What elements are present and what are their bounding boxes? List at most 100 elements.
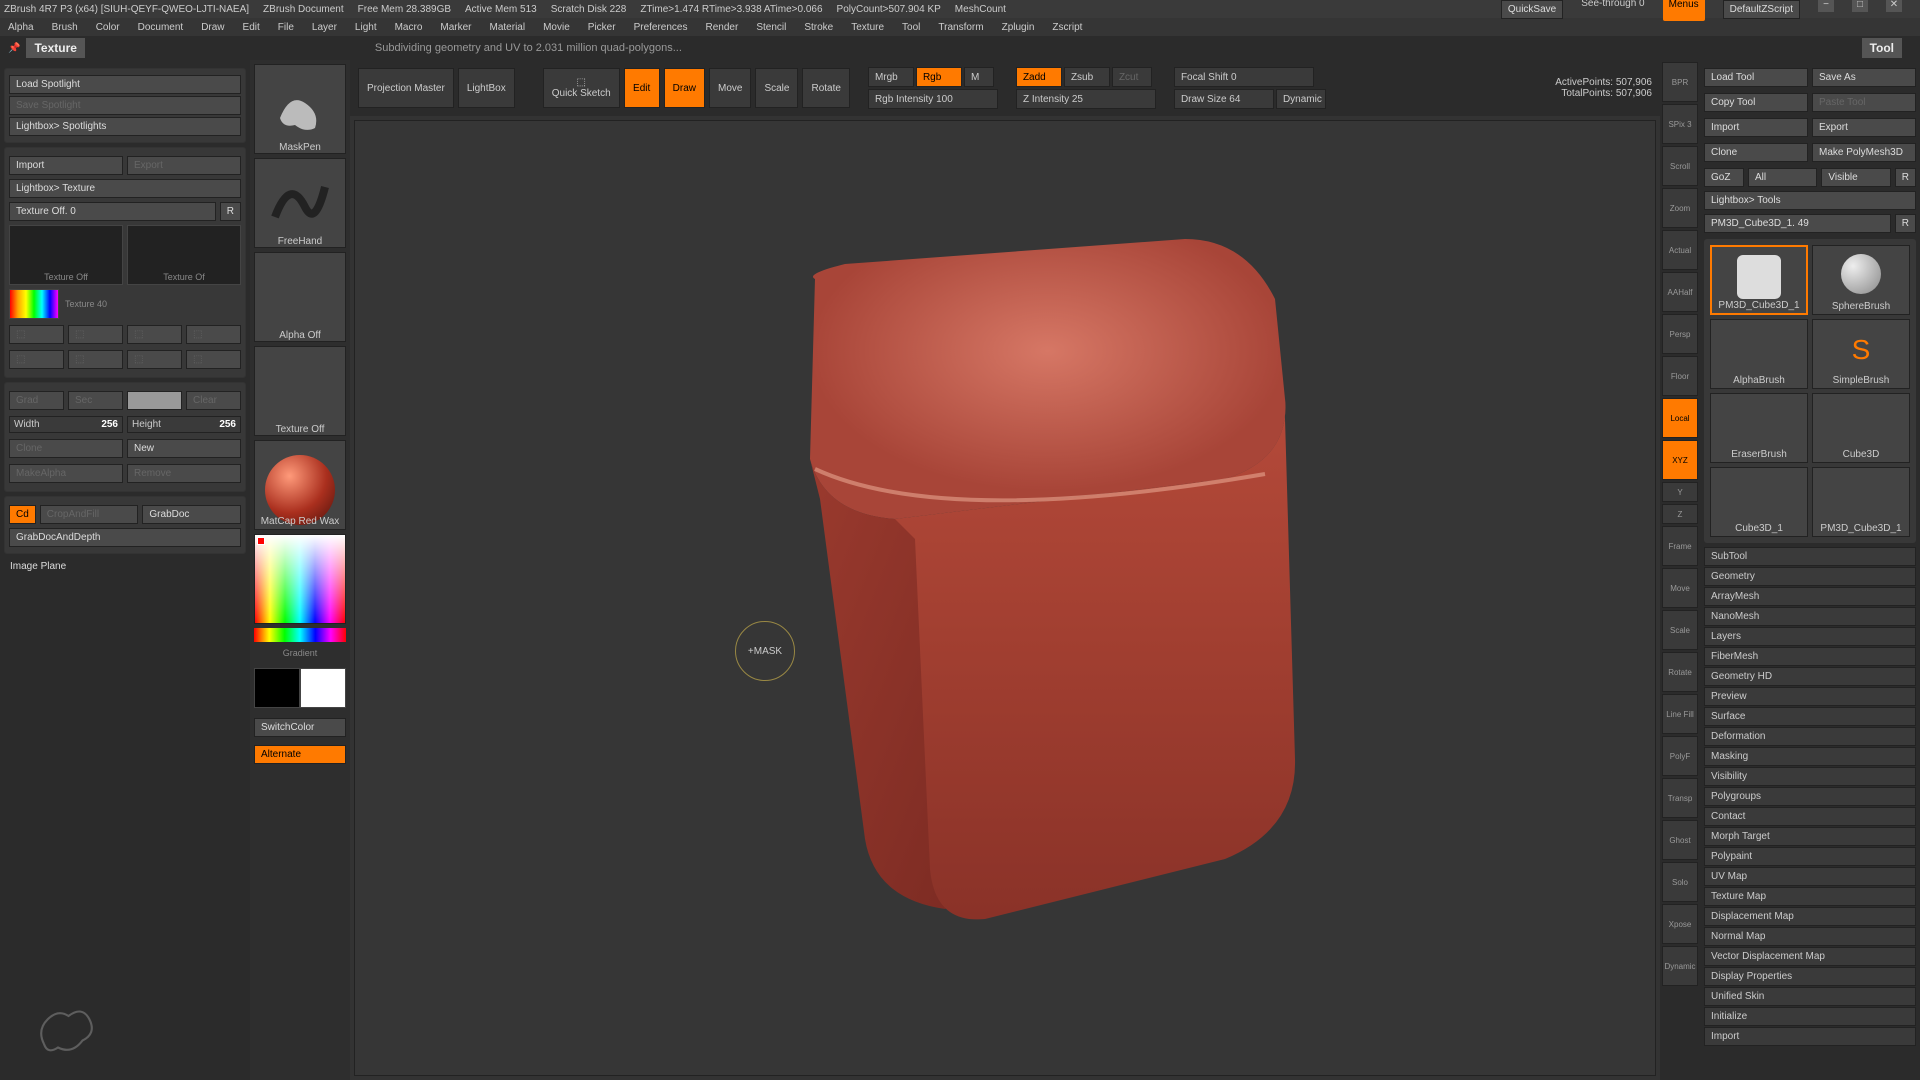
menu-tool[interactable]: Tool (902, 22, 920, 33)
quicksketch-button[interactable]: ⬚Quick Sketch (543, 68, 620, 108)
texture-off-label[interactable]: Texture Off. 0 (9, 202, 216, 221)
grabdocanddepth-button[interactable]: GrabDocAndDepth (9, 528, 241, 547)
focal-shift-slider[interactable]: Focal Shift 0 (1174, 67, 1314, 87)
saveas-tool-button[interactable]: Save As (1812, 68, 1916, 87)
texture-swatch-2[interactable]: Texture Of (127, 225, 241, 285)
stroke-thumb[interactable]: FreeHand (254, 158, 346, 248)
menus-button[interactable]: Menus (1663, 0, 1705, 21)
z-button[interactable]: Z (1662, 504, 1698, 524)
texture-r-button[interactable]: R (220, 202, 241, 221)
section-nanomesh[interactable]: NanoMesh (1704, 607, 1916, 626)
zadd-button[interactable]: Zadd (1016, 67, 1062, 87)
menu-light[interactable]: Light (355, 22, 377, 33)
zsub-button[interactable]: Zsub (1064, 67, 1110, 87)
dynamic-button[interactable]: Dynamic (1276, 89, 1326, 109)
aahalf-button[interactable]: AAHalf (1662, 272, 1698, 312)
new-button[interactable]: New (127, 439, 241, 458)
section-initialize[interactable]: Initialize (1704, 1007, 1916, 1026)
frame-button[interactable]: Frame (1662, 526, 1698, 566)
section-layers[interactable]: Layers (1704, 627, 1916, 646)
texture-thumb[interactable]: Texture Off (254, 346, 346, 436)
grabdoc-button[interactable]: GrabDoc (142, 505, 241, 524)
height-value[interactable]: 256 (219, 419, 236, 430)
load-tool-button[interactable]: Load Tool (1704, 68, 1808, 87)
menu-alpha[interactable]: Alpha (8, 22, 34, 33)
menu-movie[interactable]: Movie (543, 22, 570, 33)
texture-swatch-1[interactable]: Texture Off (9, 225, 123, 285)
tool-item-0[interactable]: PM3D_Cube3D_1 (1710, 245, 1808, 315)
tool-item-4[interactable]: EraserBrush (1710, 393, 1808, 463)
section-displayprops[interactable]: Display Properties (1704, 967, 1916, 986)
tool-export-button[interactable]: Export (1812, 118, 1916, 137)
ghost-button[interactable]: Ghost (1662, 820, 1698, 860)
section-geometryhd[interactable]: Geometry HD (1704, 667, 1916, 686)
y-button[interactable]: Y (1662, 482, 1698, 502)
section-vectordisplacement[interactable]: Vector Displacement Map (1704, 947, 1916, 966)
tool-item-7[interactable]: PM3D_Cube3D_1 (1812, 467, 1910, 537)
local-button[interactable]: Local (1662, 398, 1698, 438)
minimize-icon[interactable]: − (1818, 0, 1834, 12)
hue-strip[interactable] (254, 628, 346, 642)
rotate-nav-button[interactable]: Rotate (1662, 652, 1698, 692)
import-button[interactable]: Import (9, 156, 123, 175)
secondary-color-swatch[interactable] (254, 668, 300, 708)
tool-import-button[interactable]: Import (1704, 118, 1808, 137)
menu-picker[interactable]: Picker (588, 22, 616, 33)
z-intensity-slider[interactable]: Z Intensity 25 (1016, 89, 1156, 109)
copy-tool-button[interactable]: Copy Tool (1704, 93, 1808, 112)
tool-item-1[interactable]: SphereBrush (1812, 245, 1910, 315)
section-polygroups[interactable]: Polygroups (1704, 787, 1916, 806)
defaultscript-button[interactable]: DefaultZScript (1723, 0, 1800, 19)
section-deformation[interactable]: Deformation (1704, 727, 1916, 746)
section-subtool[interactable]: SubTool (1704, 547, 1916, 566)
tool-item-3[interactable]: SSimpleBrush (1812, 319, 1910, 389)
make-polymesh-button[interactable]: Make PolyMesh3D (1812, 143, 1916, 162)
menu-transform[interactable]: Transform (938, 22, 983, 33)
menu-render[interactable]: Render (706, 22, 739, 33)
menu-edit[interactable]: Edit (243, 22, 260, 33)
main-button[interactable] (127, 391, 182, 410)
section-arraymesh[interactable]: ArrayMesh (1704, 587, 1916, 606)
floor-button[interactable]: Floor (1662, 356, 1698, 396)
seethrough-slider[interactable]: See-through 0 (1581, 0, 1644, 21)
move-button[interactable]: Move (709, 68, 751, 108)
viewport[interactable]: +MASK (354, 120, 1656, 1076)
section-normalmap[interactable]: Normal Map (1704, 927, 1916, 946)
imageplane-section[interactable]: Image Plane (4, 558, 246, 575)
menu-texture[interactable]: Texture (851, 22, 884, 33)
section-morphtarget[interactable]: Morph Target (1704, 827, 1916, 846)
mrgb-button[interactable]: Mrgb (868, 67, 914, 87)
section-displacementmap[interactable]: Displacement Map (1704, 907, 1916, 926)
lightbox-texture-button[interactable]: Lightbox> Texture (9, 179, 241, 198)
goz-r-button[interactable]: R (1895, 168, 1916, 187)
menu-brush[interactable]: Brush (52, 22, 78, 33)
rgb-button[interactable]: Rgb (916, 67, 962, 87)
section-uvmap[interactable]: UV Map (1704, 867, 1916, 886)
menu-zscript[interactable]: Zscript (1052, 22, 1082, 33)
menu-material[interactable]: Material (490, 22, 526, 33)
width-value[interactable]: 256 (101, 419, 118, 430)
menu-stencil[interactable]: Stencil (756, 22, 786, 33)
switchcolor-button[interactable]: SwitchColor (254, 718, 346, 737)
current-tool-name[interactable]: PM3D_Cube3D_1. 49 (1704, 214, 1891, 233)
actual-button[interactable]: Actual (1662, 230, 1698, 270)
draw-button[interactable]: Draw (664, 68, 705, 108)
close-icon[interactable]: ✕ (1886, 0, 1902, 12)
menu-stroke[interactable]: Stroke (804, 22, 833, 33)
tool-item-5[interactable]: Cube3D (1812, 393, 1910, 463)
m-button[interactable]: M (964, 67, 994, 87)
rotate-button[interactable]: Rotate (802, 68, 849, 108)
menu-file[interactable]: File (278, 22, 294, 33)
menu-document[interactable]: Document (138, 22, 184, 33)
load-spotlight-button[interactable]: Load Spotlight (9, 75, 241, 94)
bpr-button[interactable]: BPR (1662, 62, 1698, 102)
section-unifiedskin[interactable]: Unified Skin (1704, 987, 1916, 1006)
tool-r-button[interactable]: R (1895, 214, 1916, 233)
lightbox-spotlights-button[interactable]: Lightbox> Spotlights (9, 117, 241, 136)
menu-layer[interactable]: Layer (312, 22, 337, 33)
linefill-button[interactable]: Line Fill (1662, 694, 1698, 734)
section-visibility[interactable]: Visibility (1704, 767, 1916, 786)
menu-color[interactable]: Color (96, 22, 120, 33)
scale-nav-button[interactable]: Scale (1662, 610, 1698, 650)
polyf-button[interactable]: PolyF (1662, 736, 1698, 776)
